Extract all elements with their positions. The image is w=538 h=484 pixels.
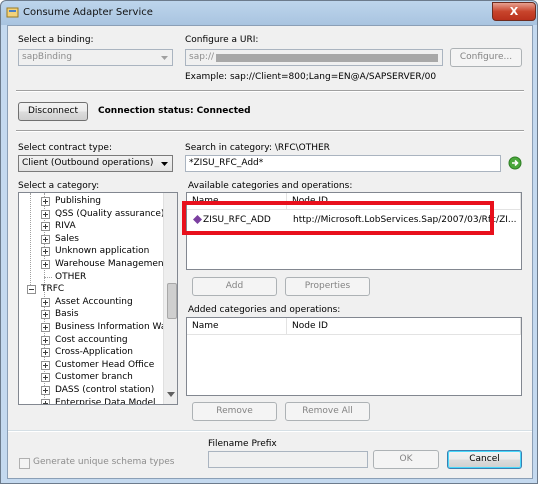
contract-value: Client (Outbound operations) (22, 158, 154, 168)
disconnect-button[interactable]: Disconnect (18, 102, 88, 121)
remove-button[interactable]: Remove (192, 402, 277, 421)
contract-label: Select contract type: (18, 143, 113, 153)
redacted-text (216, 54, 438, 62)
expand-icon[interactable] (41, 335, 50, 345)
column-header-node[interactable]: Node ID (287, 318, 521, 335)
generate-label: Generate unique schema types (33, 457, 175, 467)
expand-icon[interactable] (41, 310, 50, 320)
expand-icon[interactable] (41, 209, 50, 219)
tree-item-label: Publishing (55, 196, 101, 206)
go-search-icon[interactable] (508, 156, 522, 170)
dialog-body: Select a binding: sapBinding Configure a… (7, 25, 533, 479)
binding-select[interactable]: sapBinding (18, 49, 173, 66)
close-button[interactable]: X (492, 2, 536, 21)
highlight-box (182, 201, 494, 235)
tree-item-label: TRFC (41, 284, 65, 295)
remove-all-button[interactable]: Remove All (285, 402, 370, 421)
chevron-down-icon (161, 162, 168, 166)
divider (16, 90, 524, 92)
ok-button[interactable]: OK (373, 450, 439, 469)
tree-item-label: Customer branch (55, 372, 133, 383)
expand-icon[interactable] (41, 247, 50, 257)
tree-line (44, 276, 52, 278)
cancel-button[interactable]: Cancel (447, 450, 522, 469)
uri-input[interactable]: sap:// (185, 49, 443, 66)
expand-icon[interactable] (41, 323, 50, 332)
expand-icon[interactable] (41, 297, 50, 307)
tree-item-label: Business Information Warehouse (55, 322, 177, 332)
chevron-down-icon (161, 56, 168, 60)
tree-item-label: Customer Head Office (55, 359, 155, 370)
binding-label: Select a binding: (18, 35, 94, 45)
generate-checkbox[interactable] (19, 458, 30, 469)
available-label: Available categories and operations: (188, 181, 353, 191)
add-button[interactable]: Add (192, 277, 277, 296)
dialog-window: Consume Adapter Service X Select a bindi… (0, 0, 538, 484)
search-label: Search in category: \RFC\OTHER (185, 143, 330, 153)
search-value: *ZISU_RFC_Add* (189, 158, 264, 168)
expand-icon[interactable] (41, 360, 50, 370)
tree-item-label: RIVA (55, 221, 76, 232)
category-label: Select a category: (18, 181, 100, 191)
title-bar[interactable]: Consume Adapter Service X (1, 1, 537, 25)
tree-item-label: OTHER (55, 271, 87, 282)
tree-item-label: Enterprise Data Model (55, 397, 156, 405)
tree-item-label: QSS (Quality assurance) (55, 208, 165, 219)
added-list[interactable]: Name Node ID (186, 317, 522, 396)
tree-item-label: Basis (55, 309, 79, 320)
tree-item-label: Warehouse Management (55, 259, 168, 269)
tree-item-label: Asset Accounting (55, 296, 133, 307)
divider (16, 130, 524, 132)
search-input[interactable]: *ZISU_RFC_Add* (185, 155, 501, 172)
divider (8, 430, 532, 432)
expand-icon[interactable] (41, 398, 50, 404)
tree-item-label: Cross-Application (55, 347, 134, 358)
expand-icon[interactable] (41, 373, 50, 383)
tree-item-label: DASS (control station) (55, 385, 155, 395)
expand-icon[interactable] (41, 348, 50, 358)
tree-item-label: Cost accounting (55, 334, 128, 345)
app-icon (6, 7, 19, 18)
tree-line (30, 193, 31, 293)
tree-item-label: Sales (55, 233, 79, 244)
added-label: Added categories and operations: (188, 305, 341, 315)
uri-example: Example: sap://Client=800;Lang=EN@A/SAPS… (185, 72, 437, 82)
expand-icon[interactable] (41, 197, 50, 206)
contract-select[interactable]: Client (Outbound operations) (18, 155, 173, 172)
configure-button[interactable]: Configure... (450, 48, 522, 67)
window-title: Consume Adapter Service (23, 7, 153, 18)
filename-label: Filename Prefix (208, 439, 277, 449)
uri-label: Configure a URI: (185, 35, 259, 45)
expand-icon[interactable] (41, 222, 50, 232)
expand-icon[interactable] (41, 260, 50, 269)
tree-scrollbar[interactable] (163, 193, 177, 404)
tree-line (44, 193, 45, 297)
tree-item-label: Unknown application (55, 246, 150, 257)
connection-status: Connection status: Connected (98, 106, 251, 116)
category-tree[interactable]: Publishing QSS (Quality assurance) RIVA Sal… (18, 192, 178, 405)
collapse-icon[interactable] (27, 285, 36, 295)
column-header-name[interactable]: Name (187, 318, 287, 335)
scroll-thumb[interactable] (167, 283, 177, 319)
expand-icon[interactable] (41, 386, 50, 395)
binding-value: sapBinding (22, 52, 72, 62)
filename-input[interactable] (208, 451, 368, 468)
scroll-down-icon[interactable] (167, 392, 175, 398)
uri-value: sap:// (189, 52, 215, 62)
properties-button[interactable]: Properties (285, 277, 370, 296)
expand-icon[interactable] (41, 234, 50, 244)
